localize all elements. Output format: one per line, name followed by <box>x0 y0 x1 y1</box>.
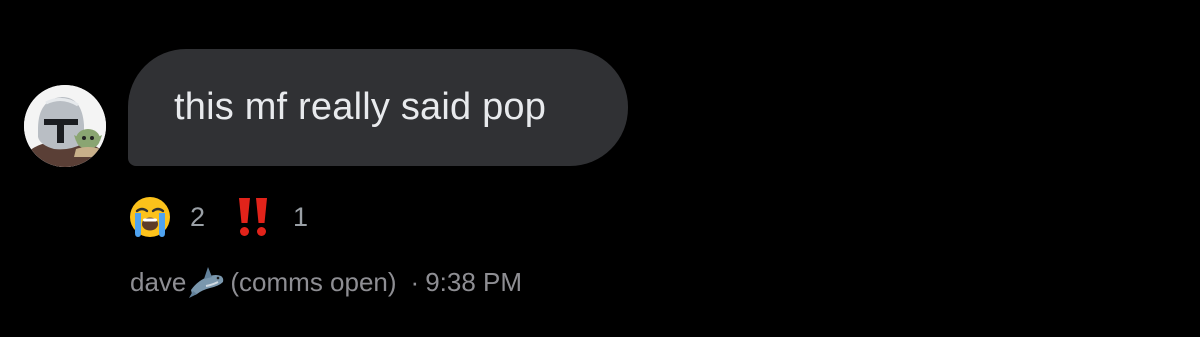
shark-icon <box>189 267 224 298</box>
reactions-bar: 2 1 <box>128 194 334 240</box>
reaction-count: 2 <box>190 201 206 232</box>
loudly-crying-face-icon <box>130 197 170 237</box>
reaction-crying[interactable]: 2 <box>128 195 205 239</box>
sender-name[interactable]: dave <box>130 267 186 298</box>
timestamp: 9:38 PM <box>425 266 523 297</box>
message-bubble[interactable]: this mf really said pop <box>128 49 628 166</box>
double-exclamation-icon <box>239 198 268 236</box>
sender-suffix: (comms open) <box>230 266 397 297</box>
reaction-exclamation[interactable]: 1 <box>231 195 308 239</box>
reaction-count: 1 <box>293 201 309 232</box>
avatar[interactable] <box>24 85 106 167</box>
message-meta: dave (comms open) · 9:38 PM <box>130 262 522 302</box>
separator: · <box>410 266 420 297</box>
mandalorian-helmet-icon <box>24 85 106 167</box>
message-text: this mf really said pop <box>174 86 547 128</box>
